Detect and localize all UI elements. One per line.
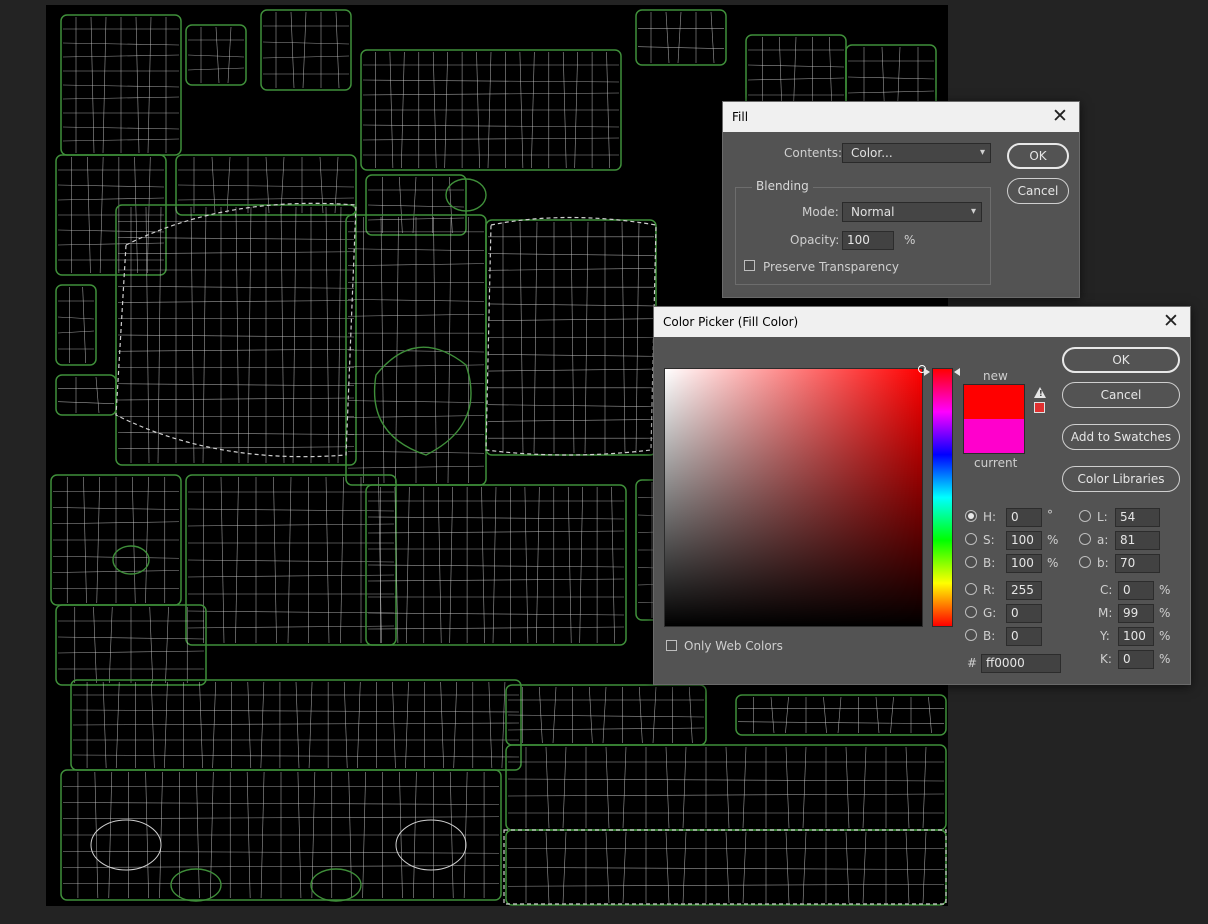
magenta-unit: % [1159, 606, 1171, 620]
a-channel-radio[interactable] [1079, 533, 1091, 545]
a-channel-label: a: [1097, 533, 1109, 547]
lightness-label: L: [1097, 510, 1108, 524]
yellow-unit: % [1159, 629, 1171, 643]
blending-legend: Blending [752, 179, 813, 193]
mode-value: Normal [851, 205, 895, 219]
only-web-colors-checkbox[interactable] [666, 640, 677, 651]
saturation-unit: % [1047, 533, 1059, 547]
fill-dialog-titlebar[interactable]: Fill ✕ [723, 102, 1079, 132]
new-color-label: new [983, 369, 1008, 383]
magenta-input[interactable]: 99 [1118, 604, 1154, 623]
contents-select[interactable]: Color... ▾ [842, 143, 991, 163]
fill-dialog-title: Fill [732, 110, 749, 124]
contents-label: Contents: [784, 146, 843, 160]
mode-select[interactable]: Normal ▾ [842, 202, 982, 222]
hue-slider[interactable] [932, 368, 953, 627]
opacity-unit: % [904, 233, 916, 247]
black-input[interactable]: 0 [1118, 650, 1154, 669]
mode-label: Mode: [802, 205, 839, 219]
warning-exclamation-icon: ! [1039, 389, 1043, 398]
opacity-label: Opacity: [790, 233, 840, 247]
red-radio[interactable] [965, 583, 977, 595]
magenta-label: M: [1098, 606, 1113, 620]
saturation-radio[interactable] [965, 533, 977, 545]
only-web-colors-label: Only Web Colors [684, 639, 783, 653]
green-input[interactable]: 0 [1006, 604, 1042, 623]
cyan-unit: % [1159, 583, 1171, 597]
b-channel-radio[interactable] [1079, 556, 1091, 568]
brightness-unit: % [1047, 556, 1059, 570]
opacity-input[interactable]: 100 [842, 231, 894, 250]
cyan-input[interactable]: 0 [1118, 581, 1154, 600]
green-label: G: [983, 606, 997, 620]
hue-slider-left-arrow-icon[interactable] [924, 368, 930, 376]
hue-radio[interactable] [965, 510, 977, 522]
close-icon[interactable]: ✕ [1158, 307, 1184, 337]
brightness-input[interactable]: 100 [1006, 554, 1042, 573]
brightness-label: B: [983, 556, 996, 570]
color-picker-title: Color Picker (Fill Color) [663, 315, 799, 329]
cyan-label: C: [1100, 583, 1113, 597]
saturation-brightness-field[interactable] [664, 365, 926, 627]
saturation-input[interactable]: 100 [1006, 531, 1042, 550]
color-picker-dialog: Color Picker (Fill Color) ✕ new current … [653, 306, 1191, 685]
current-color-label: current [974, 456, 1018, 470]
picker-ok-button[interactable]: OK [1062, 347, 1180, 373]
red-label: R: [983, 583, 996, 597]
chevron-down-icon: ▾ [979, 147, 985, 158]
yellow-label: Y: [1100, 629, 1110, 643]
b-channel-label: b: [1097, 556, 1109, 570]
preserve-transparency-label: Preserve Transparency [763, 260, 899, 274]
lightness-input[interactable]: 54 [1115, 508, 1160, 527]
blue-radio[interactable] [965, 629, 977, 641]
lightness-radio[interactable] [1079, 510, 1091, 522]
color-libraries-button[interactable]: Color Libraries [1062, 466, 1180, 492]
current-color-swatch[interactable] [964, 419, 1024, 453]
blue-label: B: [983, 629, 996, 643]
picker-cancel-button[interactable]: Cancel [1062, 382, 1180, 408]
brightness-radio[interactable] [965, 556, 977, 568]
saturation-label: S: [983, 533, 995, 547]
black-unit: % [1159, 652, 1171, 666]
blue-input[interactable]: 0 [1006, 627, 1042, 646]
yellow-input[interactable]: 100 [1118, 627, 1154, 646]
hue-slider-right-arrow-icon[interactable] [954, 368, 960, 376]
hue-unit: ° [1047, 508, 1053, 522]
b-channel-input[interactable]: 70 [1115, 554, 1160, 573]
hue-label: H: [983, 510, 997, 524]
black-label: K: [1100, 652, 1112, 666]
preserve-transparency-checkbox[interactable] [744, 260, 755, 271]
close-icon[interactable]: ✕ [1047, 102, 1073, 132]
add-to-swatches-button[interactable]: Add to Swatches [1062, 424, 1180, 450]
fill-dialog: Fill ✕ Contents: Color... ▾ Blending Mod… [722, 101, 1080, 298]
hex-label: # [967, 656, 978, 670]
chevron-down-icon: ▾ [970, 206, 976, 217]
fill-cancel-button[interactable]: Cancel [1007, 178, 1069, 204]
fill-ok-button[interactable]: OK [1007, 143, 1069, 169]
a-channel-input[interactable]: 81 [1115, 531, 1160, 550]
green-radio[interactable] [965, 606, 977, 618]
gamut-warning-swatch[interactable] [1034, 402, 1045, 413]
red-input[interactable]: 255 [1006, 581, 1042, 600]
hue-input[interactable]: 0 [1006, 508, 1042, 527]
new-color-swatch [964, 385, 1024, 419]
hex-input[interactable]: ff0000 [981, 654, 1061, 673]
contents-value: Color... [851, 146, 893, 160]
color-picker-titlebar[interactable]: Color Picker (Fill Color) ✕ [654, 307, 1190, 337]
